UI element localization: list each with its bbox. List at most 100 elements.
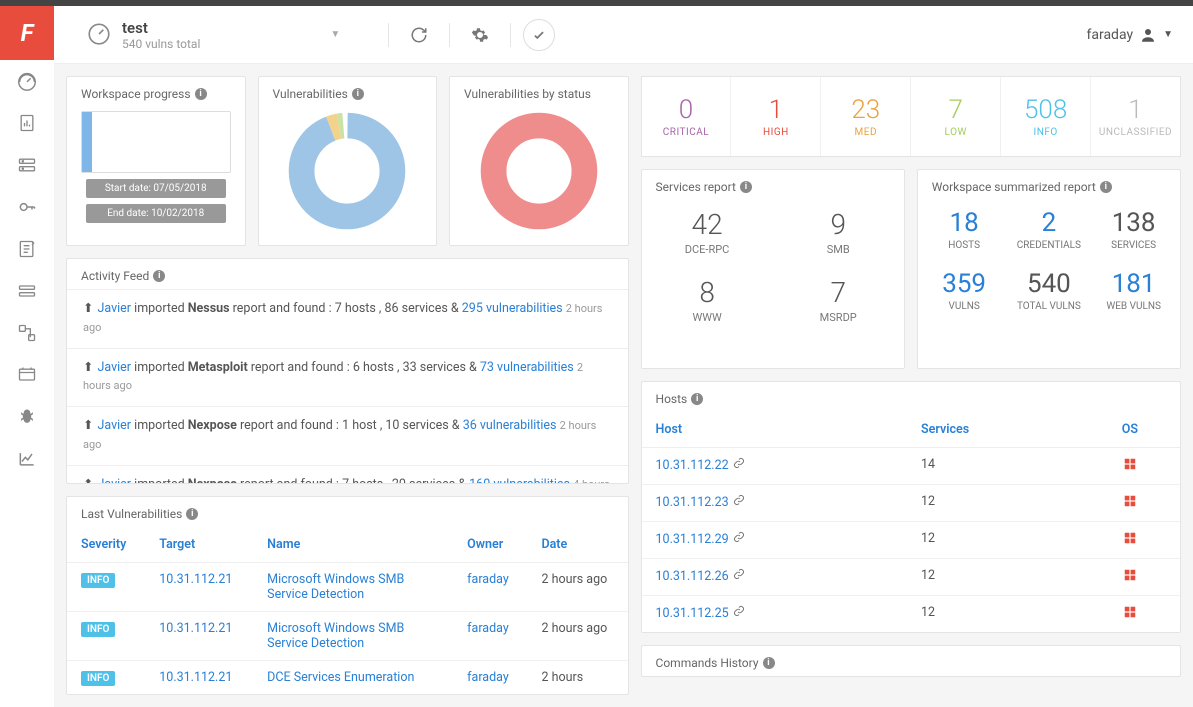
summary-item[interactable]: 2CREDENTIALS [1007, 208, 1092, 251]
owner-link[interactable]: faraday [467, 572, 509, 587]
settings-button[interactable] [462, 17, 498, 53]
start-date-pill: Start date: 07/05/2018 [86, 179, 226, 198]
date-cell: 2 hours ago [527, 612, 627, 661]
target-link[interactable]: 10.31.112.21 [159, 572, 232, 587]
stat-critical[interactable]: 0CRITICAL [642, 77, 732, 156]
nav-analytics-icon[interactable] [0, 438, 54, 480]
summary-item: 540TOTAL VULNS [1007, 269, 1092, 312]
col-target[interactable]: Target [145, 527, 253, 563]
table-row: 10.31.112.2612 [642, 559, 1180, 596]
last-vulnerabilities-panel: Last Vulnerabilities i Severity Target N… [66, 496, 629, 695]
panel-title: Vulnerabilities by status [464, 87, 591, 101]
severity-stats-row: 0CRITICAL1HIGH23MED7LOW508INFO1UNCLASSIF… [641, 76, 1181, 157]
upload-icon: ⬆ [83, 477, 93, 484]
service-item: 7MSRDP [773, 276, 904, 324]
severity-badge: INFO [81, 573, 115, 588]
nav-credentials-icon[interactable] [0, 186, 54, 228]
service-item: 9SMB [773, 208, 904, 256]
nav-report-icon[interactable] [0, 102, 54, 144]
stat-unclassified[interactable]: 1UNCLASSIFIED [1091, 77, 1180, 156]
info-icon[interactable]: i [763, 657, 775, 669]
services-cell: 14 [907, 448, 1080, 485]
workspace-subtitle: 540 vulns total [122, 37, 200, 51]
col-host[interactable]: Host [642, 412, 908, 448]
header: test 540 vulns total ▼ faraday ▼ [54, 6, 1193, 64]
host-link[interactable]: 10.31.112.22 [656, 458, 729, 473]
stat-low[interactable]: 7LOW [911, 77, 1001, 156]
feed-vulns-link[interactable]: 295 vulnerabilities [462, 301, 563, 316]
vulnerabilities-donut-chart [287, 111, 407, 231]
info-icon[interactable]: i [740, 181, 752, 193]
info-icon[interactable]: i [195, 88, 207, 100]
feed-user-link[interactable]: Javier [97, 301, 131, 316]
host-link[interactable]: 10.31.112.25 [656, 606, 729, 621]
col-services[interactable]: Services [907, 412, 1080, 448]
table-row: 10.31.112.2912 [642, 522, 1180, 559]
feed-item: ⬆Javier imported Nessus report and found… [67, 289, 628, 348]
vuln-name-link[interactable]: Microsoft Windows SMB Service Detection [267, 621, 404, 651]
upload-icon: ⬆ [83, 418, 93, 433]
windows-icon [1123, 494, 1137, 508]
progress-bar [81, 111, 231, 173]
refresh-button[interactable] [401, 17, 437, 53]
workspace-summary-panel: Workspace summarized report i 18HOSTS2CR… [917, 169, 1181, 369]
user-label: faraday [1086, 27, 1133, 43]
nav-tasks-icon[interactable] [0, 270, 54, 312]
vuln-name-link[interactable]: Microsoft Windows SMB Service Detection [267, 572, 404, 602]
nav-executive-icon[interactable] [0, 354, 54, 396]
summary-item[interactable]: 359VULNS [922, 269, 1007, 312]
stat-high[interactable]: 1HIGH [731, 77, 821, 156]
host-link[interactable]: 10.31.112.29 [656, 532, 729, 547]
commands-history-panel: Commands History i [641, 645, 1181, 677]
vulnerabilities-status-panel: Vulnerabilities by status [449, 76, 629, 246]
chevron-down-icon: ▼ [330, 29, 340, 40]
col-os[interactable]: OS [1080, 412, 1180, 448]
stat-info[interactable]: 508INFO [1001, 77, 1091, 156]
vulnerabilities-chart-panel: Vulnerabilities i [258, 76, 438, 246]
info-icon[interactable]: i [1100, 181, 1112, 193]
table-row: 10.31.112.2312 [642, 485, 1180, 522]
date-cell: 2 hours [527, 661, 627, 695]
col-owner[interactable]: Owner [453, 527, 527, 563]
panel-title: Hosts [656, 392, 688, 406]
feed-user-link[interactable]: Javier [97, 418, 131, 433]
feed-vulns-link[interactable]: 36 vulnerabilities [463, 418, 557, 433]
stat-med[interactable]: 23MED [821, 77, 911, 156]
confirm-button[interactable] [523, 19, 555, 51]
user-menu[interactable]: faraday ▼ [1086, 26, 1173, 44]
workspace-selector[interactable]: test 540 vulns total ▼ [74, 15, 352, 55]
table-row: INFO 10.31.112.21 Microsoft Windows SMB Se… [67, 563, 628, 612]
summary-item[interactable]: 18HOSTS [922, 208, 1007, 251]
owner-link[interactable]: faraday [467, 621, 509, 636]
col-severity[interactable]: Severity [67, 527, 145, 563]
nav-workflow-icon[interactable] [0, 312, 54, 354]
target-link[interactable]: 10.31.112.21 [159, 621, 232, 636]
feed-vulns-link[interactable]: 73 vulnerabilities [480, 360, 574, 375]
workspace-progress-panel: Workspace progress i Start date: 07/05/2… [66, 76, 246, 246]
nav-status-icon[interactable] [0, 228, 54, 270]
windows-icon [1123, 568, 1137, 582]
windows-icon [1123, 531, 1137, 545]
col-date[interactable]: Date [527, 527, 627, 563]
summary-item[interactable]: 181WEB VULNS [1091, 269, 1176, 312]
host-link[interactable]: 10.31.112.23 [656, 495, 729, 510]
summary-item: 138SERVICES [1091, 208, 1176, 251]
link-icon [733, 532, 745, 547]
info-icon[interactable]: i [352, 88, 364, 100]
col-name[interactable]: Name [253, 527, 453, 563]
nav-dashboard-icon[interactable] [0, 60, 54, 102]
app-logo[interactable]: F [0, 6, 54, 60]
nav-vulns-icon[interactable] [0, 396, 54, 438]
feed-vulns-link[interactable]: 160 vulnerabilities [469, 477, 570, 484]
panel-title: Services report [656, 180, 736, 194]
info-icon[interactable]: i [153, 270, 165, 282]
info-icon[interactable]: i [186, 508, 198, 520]
nav-hosts-icon[interactable] [0, 144, 54, 186]
info-icon[interactable]: i [691, 393, 703, 405]
link-icon [733, 495, 745, 510]
severity-badge: INFO [81, 622, 115, 637]
host-link[interactable]: 10.31.112.26 [656, 569, 729, 584]
services-cell: 12 [907, 596, 1080, 633]
feed-user-link[interactable]: Javier [97, 477, 131, 484]
feed-user-link[interactable]: Javier [97, 360, 131, 375]
